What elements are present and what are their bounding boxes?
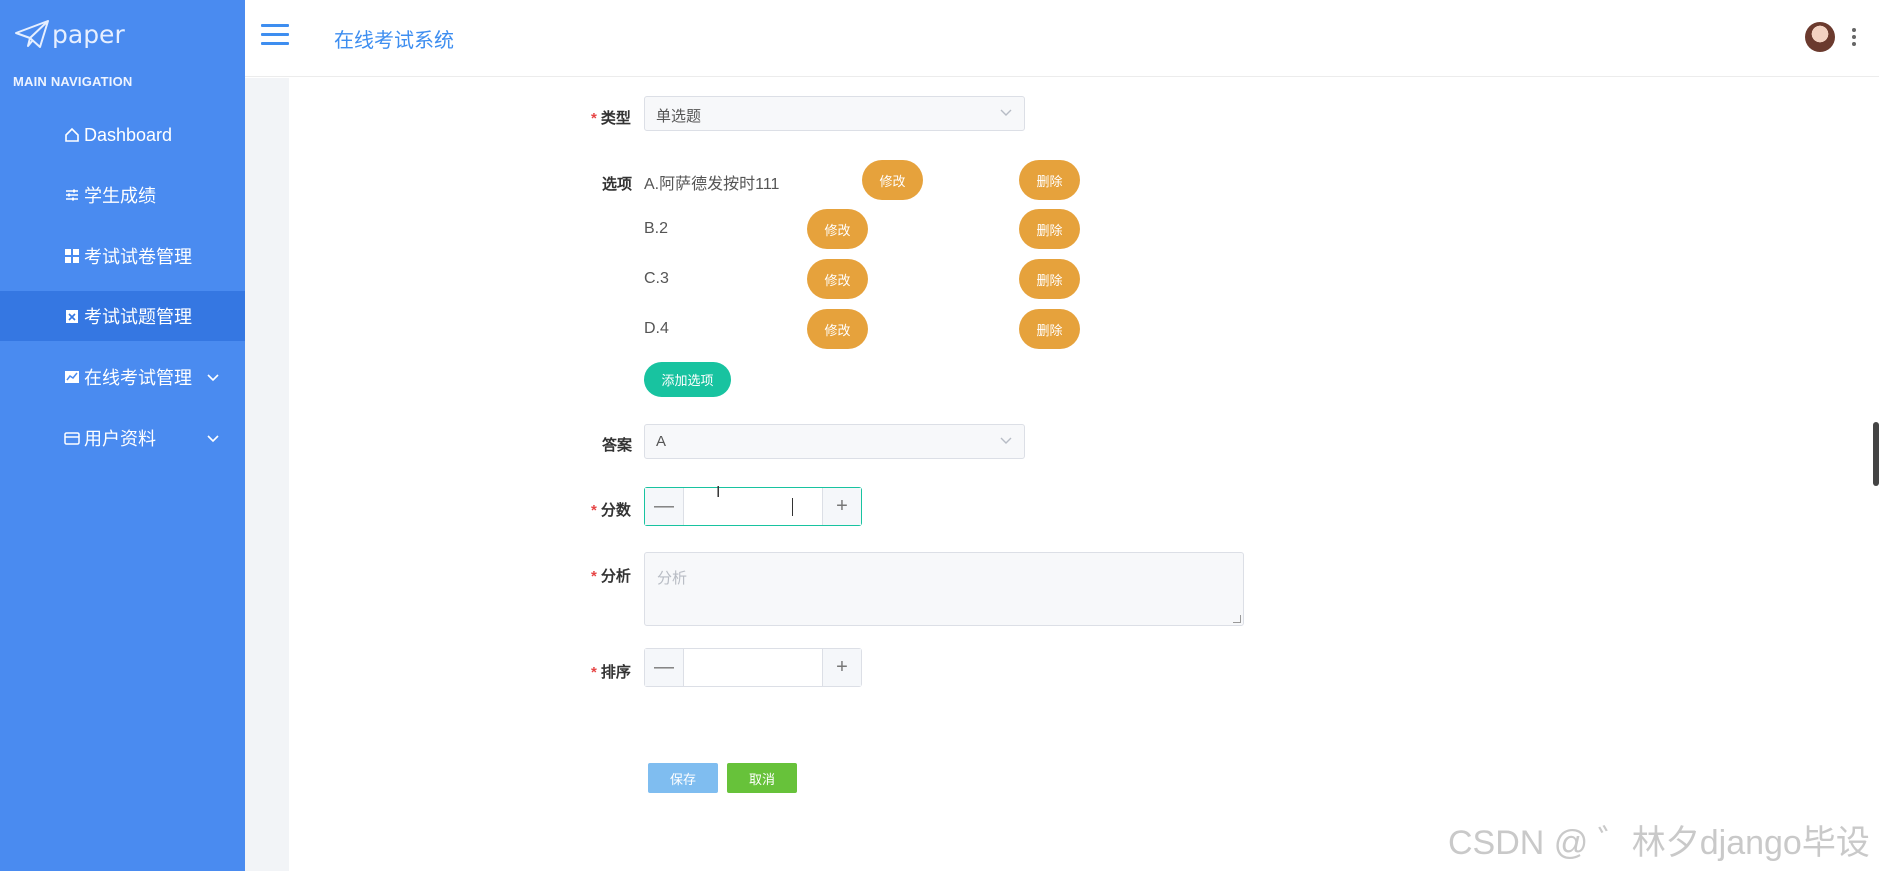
edit-option-button[interactable]: 修改 [807,259,868,299]
clipboard-icon [63,307,81,325]
sidebar-item-label: 考试试题管理 [84,307,192,327]
sidebar-item-dashboard[interactable]: Dashboard [0,110,245,160]
add-option-button[interactable]: 添加选项 [644,362,731,397]
logo[interactable]: paper [14,14,125,54]
sidebar-item-label: 用户资料 [84,429,156,449]
option-text: D.4 [644,320,669,337]
edit-option-button[interactable]: 修改 [807,309,868,349]
chevron-down-icon [1000,105,1012,121]
sidebar-item-label: 学生成绩 [84,186,156,206]
logo-text: paper [52,19,125,49]
sidebar: paper MAIN NAVIGATION Dashboard 学生成绩 考试试… [0,0,282,871]
chart-icon [63,368,81,386]
top-bar: 在线考试系统 [245,0,1879,77]
resize-handle-icon[interactable] [1233,615,1241,623]
decrement-button[interactable]: — [645,488,684,525]
sliders-icon [63,186,81,204]
edit-option-button[interactable]: 修改 [862,160,923,200]
analysis-label: * 分析 [591,568,631,585]
delete-option-button[interactable]: 删除 [1019,209,1080,249]
type-label: * 类型 [591,110,631,127]
scrollbar-thumb[interactable] [1873,422,1879,486]
chevron-down-icon [1000,433,1012,449]
sidebar-item-exam-papers[interactable]: 考试试卷管理 [0,231,245,281]
answer-select[interactable]: A [644,424,1025,459]
home-icon [63,126,81,144]
delete-option-button[interactable]: 删除 [1019,259,1080,299]
option-text: B.2 [644,220,669,237]
chevron-down-icon [206,428,220,449]
avatar[interactable] [1805,22,1835,52]
mouse-cursor-icon: I [716,484,721,501]
cancel-button[interactable]: 取消 [727,763,797,793]
sidebar-item-label: 在线考试管理 [84,368,192,388]
text-caret [792,498,793,516]
delete-option-button[interactable]: 删除 [1019,160,1080,200]
option-text: A.阿萨德发按时111 [644,176,780,193]
answer-select-value: A [656,433,667,450]
decrement-button[interactable]: — [645,649,684,686]
sidebar-item-online-exams[interactable]: 在线考试管理 [0,352,245,402]
increment-button[interactable]: + [822,488,861,525]
edit-option-button[interactable]: 修改 [807,209,868,249]
score-label: * 分数 [591,502,631,519]
analysis-textarea[interactable]: 分析 [644,552,1244,626]
grid-icon [63,247,81,265]
order-input[interactable] [685,649,821,686]
order-label: * 排序 [591,664,631,681]
page-title: 在线考试系统 [334,30,454,52]
required-mark: * [591,502,597,519]
content-gutter [245,78,289,871]
watermark: CSDN @ ゛林夕django毕设 [1448,824,1870,862]
analysis-placeholder: 分析 [657,570,688,587]
order-stepper[interactable]: — + [644,648,862,687]
required-mark: * [591,664,597,681]
nav-heading: MAIN NAVIGATION [13,74,133,89]
more-vertical-icon[interactable] [1852,28,1858,48]
required-mark: * [591,110,597,127]
score-input[interactable] [685,488,821,525]
options-label: 选项 [602,176,633,193]
answer-label: 答案 [602,437,633,454]
score-stepper[interactable]: — + [644,487,862,526]
type-select-value: 单选题 [656,108,702,125]
option-text: C.3 [644,270,669,287]
type-select[interactable]: 单选题 [644,96,1025,131]
sidebar-item-student-scores[interactable]: 学生成绩 [0,170,245,220]
required-mark: * [591,568,597,585]
card-icon [63,429,81,447]
sidebar-item-exam-questions[interactable]: 考试试题管理 [0,291,282,341]
menu-toggle-icon[interactable] [261,24,289,46]
chevron-down-icon [206,367,220,388]
delete-option-button[interactable]: 删除 [1019,309,1080,349]
save-button[interactable]: 保存 [648,763,718,793]
sidebar-item-label: 考试试卷管理 [84,247,192,267]
paper-plane-icon [15,20,49,48]
increment-button[interactable]: + [822,649,861,686]
sidebar-item-user-profile[interactable]: 用户资料 [0,413,245,463]
sidebar-item-label: Dashboard [84,124,173,145]
